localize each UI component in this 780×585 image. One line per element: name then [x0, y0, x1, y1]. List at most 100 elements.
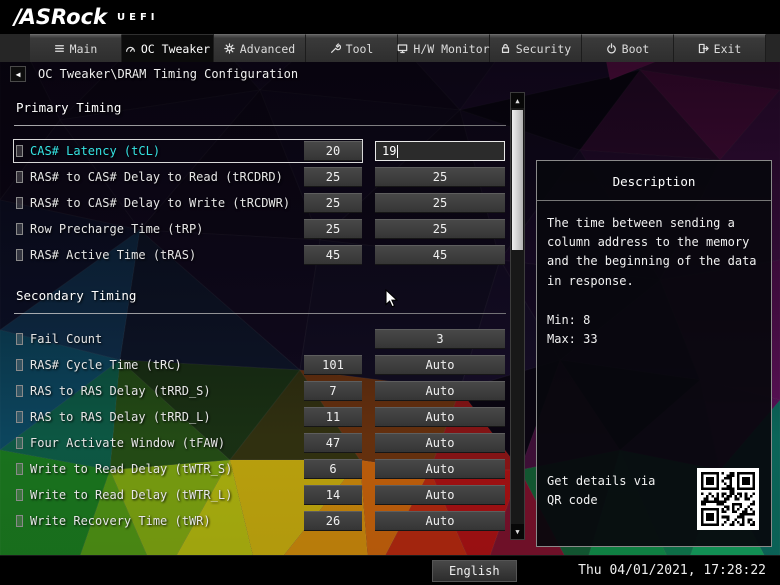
setting-row-left: Write Recovery Time (tWR) 26	[14, 510, 362, 532]
setting-current-value: 47	[304, 433, 362, 453]
setting-row-left: Fail Count	[14, 328, 362, 350]
description-min-value: Min: 8	[547, 312, 591, 327]
tab-h-w-monitor[interactable]: H/W Monitor	[398, 34, 490, 62]
setting-row[interactable]: RAS# to CAS# Delay to Read (tRCDRD) 25 25	[14, 166, 506, 188]
setting-row-left: Row Precharge Time (tRP) 25	[14, 218, 362, 240]
setting-row-left: Write to Read Delay (tWTR_L) 14	[14, 484, 362, 506]
setting-value-box[interactable]: Auto	[375, 381, 505, 401]
tab-bar: Main OC Tweaker Advanced Tool H/W Monitor Sec…	[0, 34, 780, 62]
setting-value-box[interactable]: 25	[375, 219, 505, 239]
setting-current-value: 45	[304, 245, 362, 265]
setting-bullet-icon	[16, 333, 23, 345]
setting-current-value: 6	[304, 459, 362, 479]
setting-bullet-icon	[16, 515, 23, 527]
tab-boot[interactable]: Boot	[582, 34, 674, 62]
setting-label: Write Recovery Time (tWR)	[30, 514, 211, 528]
description-max-value: Max: 33	[547, 331, 598, 346]
tab-label: Boot	[621, 41, 650, 56]
tab-exit[interactable]: Exit	[674, 34, 766, 62]
setting-row-left: Write to Read Delay (tWTR_S) 6	[14, 458, 362, 480]
setting-value-box[interactable]: Auto	[375, 407, 505, 427]
setting-label: RAS to RAS Delay (tRRD_L)	[30, 410, 211, 424]
text-caret	[397, 144, 399, 158]
setting-value-box[interactable]: 25	[375, 193, 505, 213]
setting-row[interactable]: RAS# Cycle Time (tRC) 101 Auto	[14, 354, 506, 376]
scroll-up-button[interactable]: ▲	[511, 93, 524, 108]
setting-row-left: RAS# Active Time (tRAS) 45	[14, 244, 362, 266]
asrock-logo: /ASRock	[14, 5, 107, 29]
status-bar: English Thu 04/01/2021, 17:28:22	[0, 555, 780, 585]
settings-list: Primary Timing CAS# Latency (tCL) 20 19 RAS#…	[13, 92, 506, 536]
setting-current-value: 20	[304, 141, 362, 161]
setting-row[interactable]: Four Activate Window (tFAW) 47 Auto	[14, 432, 506, 454]
setting-bullet-icon	[16, 171, 23, 183]
tab-security[interactable]: Security	[490, 34, 582, 62]
tab-label: Exit	[713, 41, 742, 56]
setting-row-left: RAS# Cycle Time (tRC) 101	[14, 354, 362, 376]
setting-bullet-icon	[16, 145, 23, 157]
back-arrow-icon: ◀	[15, 69, 21, 79]
up-arrow-icon: ▲	[515, 96, 520, 105]
setting-bullet-icon	[16, 411, 23, 423]
lock-icon	[500, 43, 511, 54]
setting-row[interactable]: RAS# to CAS# Delay to Write (tRCDWR) 25 25	[14, 192, 506, 214]
setting-row[interactable]: RAS# Active Time (tRAS) 45 45	[14, 244, 506, 266]
setting-bullet-icon	[16, 385, 23, 397]
gear-icon	[224, 43, 235, 54]
description-footer: Get details via QR code	[547, 468, 759, 530]
setting-value-box[interactable]: 25	[375, 167, 505, 187]
qr-hint-text: Get details via QR code	[547, 474, 656, 508]
tab-main[interactable]: Main	[30, 34, 122, 62]
setting-current-value: 101	[304, 355, 362, 375]
setting-bullet-icon	[16, 359, 23, 371]
scroll-down-button[interactable]: ▼	[511, 524, 524, 539]
setting-current-value: 7	[304, 381, 362, 401]
scrollbar[interactable]: ▲ ▼	[510, 92, 525, 540]
wrench-icon	[330, 43, 341, 54]
tab-oc-tweaker[interactable]: OC Tweaker	[122, 34, 214, 62]
product-name: UEFI	[117, 11, 159, 23]
setting-value-box[interactable]: Auto	[375, 433, 505, 453]
title-bar: /ASRock UEFI	[0, 0, 780, 34]
section-title: Primary Timing	[16, 100, 122, 115]
back-button[interactable]: ◀	[10, 66, 26, 82]
setting-label: RAS# to CAS# Delay to Read (tRCDRD)	[30, 170, 283, 184]
tab-tool[interactable]: Tool	[306, 34, 398, 62]
tab-advanced[interactable]: Advanced	[214, 34, 306, 62]
setting-current-value: 26	[304, 511, 362, 531]
setting-value-box[interactable]: Auto	[375, 511, 505, 531]
setting-row[interactable]: Fail Count 3	[14, 328, 506, 350]
tab-label: H/W Monitor	[413, 41, 490, 56]
setting-row[interactable]: Write Recovery Time (tWR) 26 Auto	[14, 510, 506, 532]
setting-edit-input[interactable]: 19	[375, 141, 505, 161]
setting-label: Write to Read Delay (tWTR_S)	[30, 462, 233, 476]
setting-row-left: RAS# to CAS# Delay to Write (tRCDWR) 25	[14, 192, 362, 214]
scrollbar-thumb[interactable]	[512, 110, 523, 250]
setting-value-box[interactable]: 45	[375, 245, 505, 265]
setting-row[interactable]: CAS# Latency (tCL) 20 19	[13, 139, 506, 163]
brand-name: ASRock	[19, 5, 108, 29]
setting-row[interactable]: RAS to RAS Delay (tRRD_L) 11 Auto	[14, 406, 506, 428]
setting-label: Four Activate Window (tFAW)	[30, 436, 226, 450]
setting-row[interactable]: Row Precharge Time (tRP) 25 25	[14, 218, 506, 240]
setting-row-left: Four Activate Window (tFAW) 47	[14, 432, 362, 454]
language-button[interactable]: English	[432, 559, 517, 582]
setting-current-value: 25	[304, 167, 362, 187]
setting-value-box[interactable]: 3	[375, 329, 505, 349]
setting-row[interactable]: Write to Read Delay (tWTR_S) 6 Auto	[14, 458, 506, 480]
setting-value-box[interactable]: Auto	[375, 485, 505, 505]
setting-row[interactable]: RAS to RAS Delay (tRRD_S) 7 Auto	[14, 380, 506, 402]
uefi-screen: /ASRock UEFI Main OC Tweaker Advanced Tool H…	[0, 0, 780, 585]
setting-value-box[interactable]: Auto	[375, 459, 505, 479]
setting-row[interactable]: Write to Read Delay (tWTR_L) 14 Auto	[14, 484, 506, 506]
section-divider	[14, 125, 506, 126]
setting-bullet-icon	[16, 197, 23, 209]
setting-bullet-icon	[16, 463, 23, 475]
tab-label: OC Tweaker	[140, 41, 211, 56]
setting-bullet-icon	[16, 489, 23, 501]
setting-label: CAS# Latency (tCL)	[30, 144, 161, 158]
exit-icon	[698, 43, 709, 54]
setting-bullet-icon	[16, 223, 23, 235]
setting-value-box[interactable]: Auto	[375, 355, 505, 375]
setting-label: RAS# to CAS# Delay to Write (tRCDWR)	[30, 196, 291, 210]
